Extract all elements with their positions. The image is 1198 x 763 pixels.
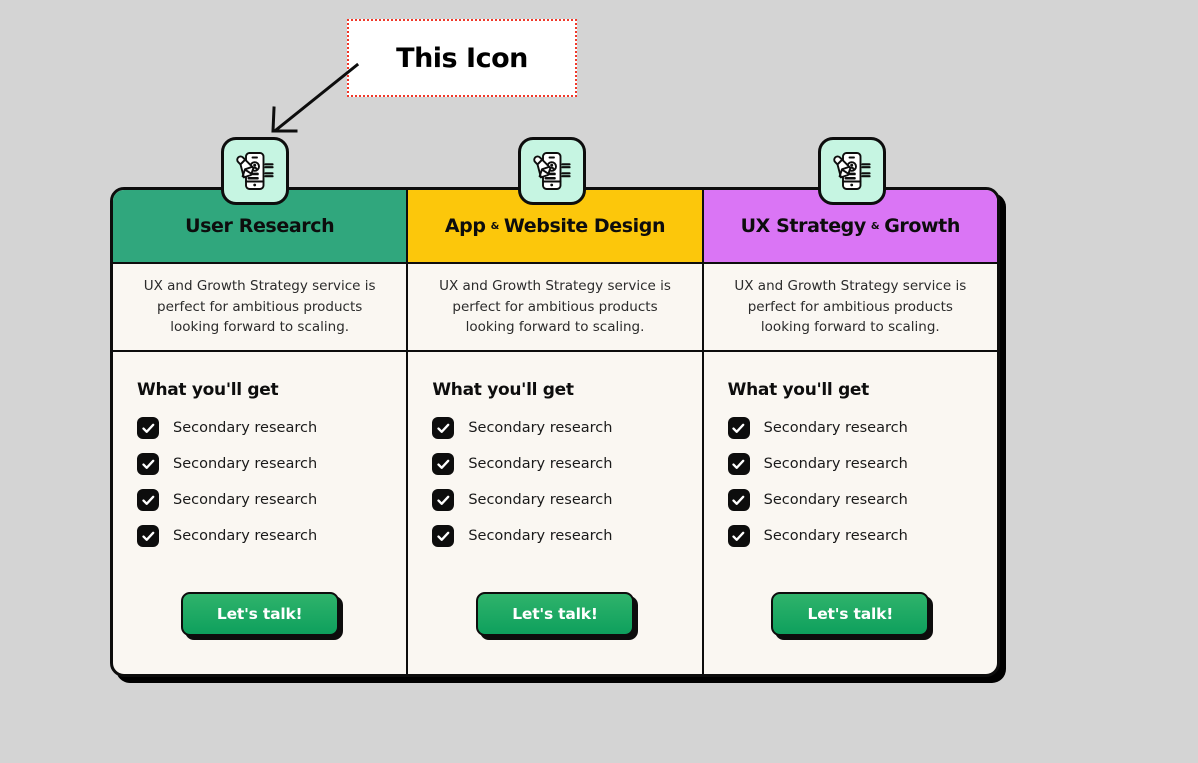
cta-area: Let's talk! [137, 592, 382, 674]
service-icon-badge-user-research [221, 137, 289, 205]
column-body: What you'll get Secondary research Secon… [704, 352, 997, 674]
column-description: UX and Growth Strategy service is perfec… [734, 277, 967, 336]
column-title-lead: User Research [185, 215, 335, 237]
lets-talk-button[interactable]: Let's talk! [771, 592, 930, 636]
checkmark-icon [432, 525, 455, 547]
body-heading: What you'll get [432, 380, 574, 400]
column-description: UX and Growth Strategy service is perfec… [439, 277, 671, 336]
checkmark-icon [137, 489, 159, 511]
feature-label: Secondary research [763, 456, 908, 472]
body-heading: What you'll get [727, 380, 870, 400]
ampersand-separator-icon: & [870, 221, 880, 232]
feature-label: Secondary research [763, 528, 908, 544]
feature-label: Secondary research [173, 492, 318, 508]
service-column-user-research: User Research UX and Growth Strategy ser… [113, 190, 407, 674]
feature-label: Secondary research [763, 492, 908, 508]
feature-list-item: Secondary research [432, 417, 677, 439]
column-title: UX Strategy & Growth [740, 215, 961, 237]
column-title: User Research [185, 215, 335, 237]
column-description-area: UX and Growth Strategy service is perfec… [703, 264, 997, 352]
feature-label: Secondary research [173, 456, 318, 472]
cta-wrapper: Let's talk! [180, 592, 343, 640]
services-columns-container: User Research UX and Growth Strategy ser… [110, 187, 1000, 677]
column-body: What you'll get Secondary research Secon… [113, 352, 406, 674]
feature-list-item: Secondary research [432, 453, 677, 475]
service-icon-badge-ux-strategy-growth [818, 137, 886, 205]
feature-label: Secondary research [468, 420, 613, 436]
feature-label: Secondary research [468, 492, 613, 508]
feature-list-item: Secondary research [137, 453, 382, 475]
checkmark-icon [727, 453, 750, 475]
feature-label: Secondary research [763, 420, 908, 436]
feature-list-item: Secondary research [727, 525, 973, 547]
cta-wrapper: Let's talk! [771, 592, 934, 640]
column-title-lead: UX Strategy [740, 215, 867, 237]
column-title-trail: Website Design [503, 215, 666, 237]
feature-list: Secondary research Secondary research Se… [137, 417, 382, 561]
column-title-lead: App [444, 215, 486, 237]
lets-talk-button[interactable]: Let's talk! [180, 592, 339, 636]
service-column-ux-strategy-growth: UX Strategy & Growth UX and Growth Strat… [701, 190, 997, 674]
checkmark-icon [432, 417, 455, 439]
feature-label: Secondary research [468, 456, 613, 472]
callout-label: This Icon [396, 42, 528, 74]
checkmark-icon [137, 525, 159, 547]
column-description-area: UX and Growth Strategy service is perfec… [113, 264, 407, 352]
column-title: App & Website Design [444, 215, 666, 237]
body-heading: What you'll get [137, 380, 279, 400]
feature-list-item: Secondary research [727, 453, 973, 475]
checkmark-icon [727, 417, 750, 439]
feature-list-item: Secondary research [137, 489, 382, 511]
feature-list-item: Secondary research [727, 489, 973, 511]
mobile-profile-edit-icon [533, 152, 571, 190]
cta-area: Let's talk! [432, 592, 677, 674]
feature-label: Secondary research [173, 528, 318, 544]
feature-list-item: Secondary research [432, 525, 677, 547]
column-title-trail: Growth [884, 215, 960, 237]
cta-wrapper: Let's talk! [475, 592, 638, 640]
feature-list-item: Secondary research [432, 489, 677, 511]
checkmark-icon [432, 453, 455, 475]
service-column-app-website-design: App & Website Design UX and Growth Strat… [406, 190, 702, 674]
ampersand-separator-icon: & [490, 221, 500, 232]
mobile-profile-edit-icon [236, 152, 274, 190]
checkmark-icon [432, 489, 455, 511]
checkmark-icon [727, 489, 750, 511]
feature-list: Secondary research Secondary research Se… [432, 417, 677, 561]
cta-area: Let's talk! [728, 592, 973, 674]
checkmark-icon [727, 525, 750, 547]
column-body: What you'll get Secondary research Secon… [408, 352, 701, 674]
feature-label: Secondary research [173, 420, 318, 436]
feature-list-item: Secondary research [137, 417, 382, 439]
column-description-area: UX and Growth Strategy service is perfec… [408, 264, 702, 352]
feature-list-item: Secondary research [137, 525, 382, 547]
feature-list: Secondary research Secondary research Se… [727, 417, 973, 561]
checkmark-icon [137, 453, 159, 475]
callout-annotation-box: This Icon [347, 19, 577, 97]
service-icon-badge-app-website-design [518, 137, 586, 205]
column-description: UX and Growth Strategy service is perfec… [143, 277, 376, 336]
checkmark-icon [137, 417, 159, 439]
feature-label: Secondary research [468, 528, 613, 544]
services-comparison-card: User Research UX and Growth Strategy ser… [110, 187, 1006, 683]
mobile-profile-edit-icon [833, 152, 871, 190]
lets-talk-button[interactable]: Let's talk! [475, 592, 634, 636]
feature-list-item: Secondary research [727, 417, 973, 439]
